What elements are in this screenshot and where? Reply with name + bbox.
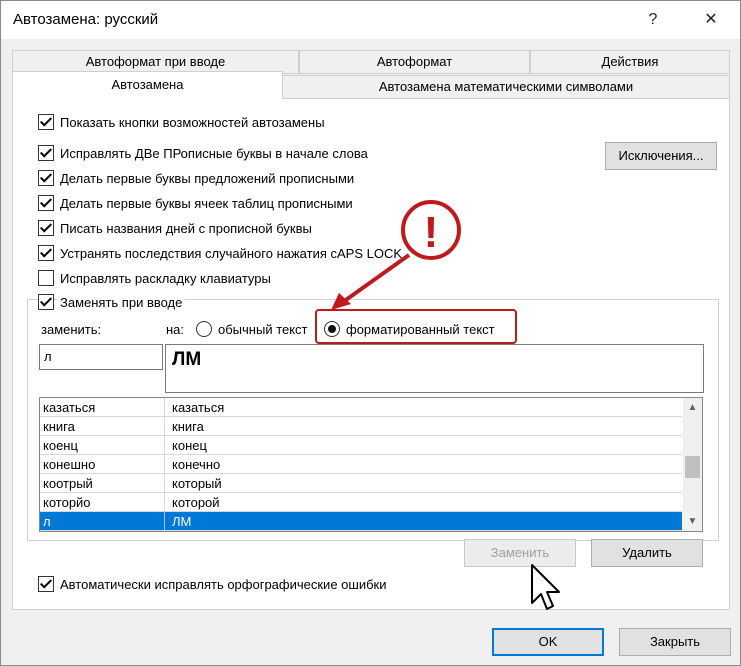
mouse-cursor-icon: [531, 564, 560, 610]
annotation-overlay: !: [331, 200, 461, 310]
annotation-exclamation-text: !: [424, 208, 439, 257]
annotation-arrow-head: [331, 293, 351, 310]
annotation-arrow-line: [341, 253, 411, 304]
autocorrect-dialog: Автозамена: русский ? ✕ Автоформат при в…: [0, 0, 741, 666]
tab-autocorrect[interactable]: Автозамена: [12, 71, 283, 99]
